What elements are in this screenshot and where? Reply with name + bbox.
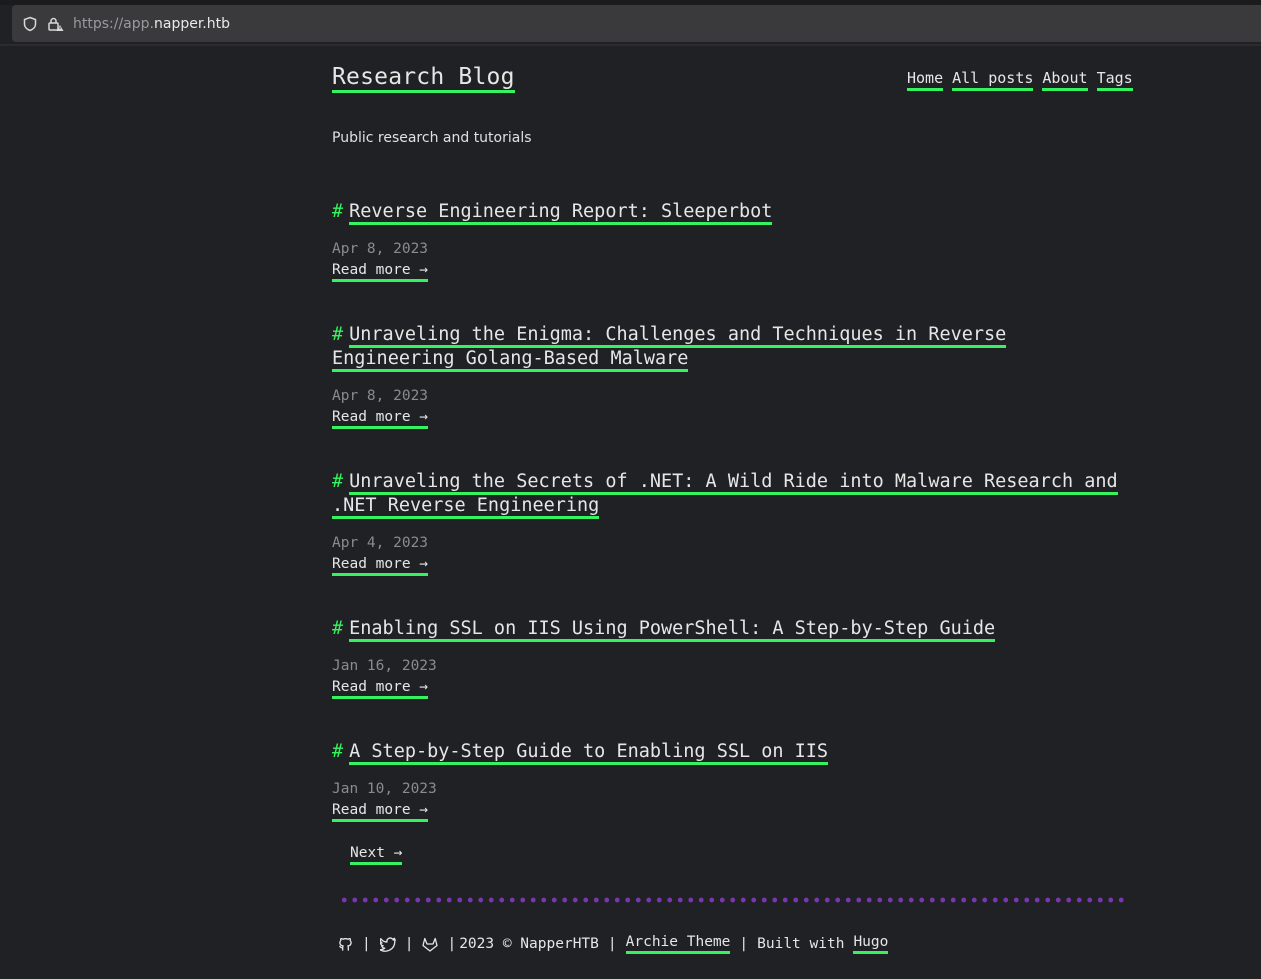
post-title: # Unraveling the Secrets of .NET: A Wild … — [332, 470, 1132, 519]
post-hash: # — [332, 618, 344, 639]
nav-home[interactable]: Home — [907, 69, 944, 91]
post-hash: # — [332, 471, 344, 492]
footer-separator: | — [404, 936, 414, 952]
nav-all-posts[interactable]: All posts — [952, 69, 1034, 91]
nav-about[interactable]: About — [1042, 69, 1088, 91]
post-date: Jan 16, 2023 — [332, 658, 437, 674]
read-more-link[interactable]: Read more → — [332, 679, 429, 699]
footer-separator: | — [607, 936, 617, 952]
post-item: # Reverse Engineering Report: Sleeperbot … — [332, 200, 1132, 282]
post-item: # A Step-by-Step Guide to Enabling SSL on… — [332, 740, 1132, 822]
chrome-divider — [0, 44, 1261, 46]
footer-separator: | — [362, 936, 371, 952]
post-date: Apr 8, 2023 — [332, 241, 429, 257]
shield-icon[interactable] — [21, 15, 39, 33]
post-title-link[interactable]: A Step-by-Step Guide to Enabling SSL on … — [349, 741, 829, 765]
next-page-link[interactable]: Next → — [350, 845, 403, 865]
lock-warning-icon[interactable] — [47, 15, 65, 33]
post-item: # Unraveling the Secrets of .NET: A Wild … — [332, 470, 1132, 576]
twitter-icon[interactable] — [379, 936, 396, 952]
nav-tags[interactable]: Tags — [1096, 69, 1133, 91]
post-hash: # — [332, 741, 344, 762]
read-more-link[interactable]: Read more → — [332, 802, 429, 822]
footer-separator: | — [739, 936, 749, 952]
footer: | | | 2023 © NapperHTB | Archie Theme | … — [337, 934, 889, 954]
hugo-link[interactable]: Hugo — [853, 934, 889, 954]
url-prefix: https://app. — [73, 15, 154, 32]
post-hash: # — [332, 201, 344, 222]
read-more-link[interactable]: Read more → — [332, 409, 429, 429]
post-date: Jan 10, 2023 — [332, 781, 437, 797]
site-title: Research Blog — [332, 64, 515, 93]
post-title: # A Step-by-Step Guide to Enabling SSL on… — [332, 740, 1132, 765]
footer-divider — [339, 897, 1129, 903]
post-date: Apr 4, 2023 — [332, 535, 429, 551]
post-title: # Reverse Engineering Report: Sleeperbot — [332, 200, 1132, 225]
post-title: # Unraveling the Enigma: Challenges and T… — [332, 323, 1132, 372]
site-title-link[interactable]: Research Blog — [332, 64, 515, 93]
post-item: # Unraveling the Enigma: Challenges and T… — [332, 323, 1132, 429]
post-item: # Enabling SSL on IIS Using PowerShell: A… — [332, 617, 1132, 699]
post-title-link[interactable]: Unraveling the Secrets of .NET: A Wild R… — [332, 471, 1118, 519]
post-title-link[interactable]: Enabling SSL on IIS Using PowerShell: A … — [349, 618, 996, 642]
url-text[interactable]: https://app.napper.htb — [73, 16, 230, 32]
post-hash: # — [332, 324, 344, 345]
gitlab-icon[interactable] — [422, 936, 439, 952]
main-nav: Home All posts About Tags — [907, 69, 1133, 91]
archie-theme-link[interactable]: Archie Theme — [625, 934, 731, 954]
url-host: napper.htb — [154, 15, 231, 32]
post-date: Apr 8, 2023 — [332, 388, 429, 404]
post-title-link[interactable]: Unraveling the Enigma: Challenges and Te… — [332, 324, 1007, 372]
post-title-link[interactable]: Reverse Engineering Report: Sleeperbot — [349, 201, 773, 225]
built-with-text: Built with — [757, 936, 845, 952]
read-more-link[interactable]: Read more → — [332, 262, 429, 282]
post-title: # Enabling SSL on IIS Using PowerShell: A… — [332, 617, 1132, 642]
address-bar[interactable]: https://app.napper.htb — [12, 5, 1261, 42]
github-icon[interactable] — [337, 936, 353, 952]
footer-copyright: 2023 © NapperHTB — [459, 936, 599, 952]
footer-separator: | — [447, 936, 457, 952]
pagination: Next → — [350, 845, 403, 865]
site-tagline: Public research and tutorials — [332, 130, 532, 146]
read-more-link[interactable]: Read more → — [332, 556, 429, 576]
